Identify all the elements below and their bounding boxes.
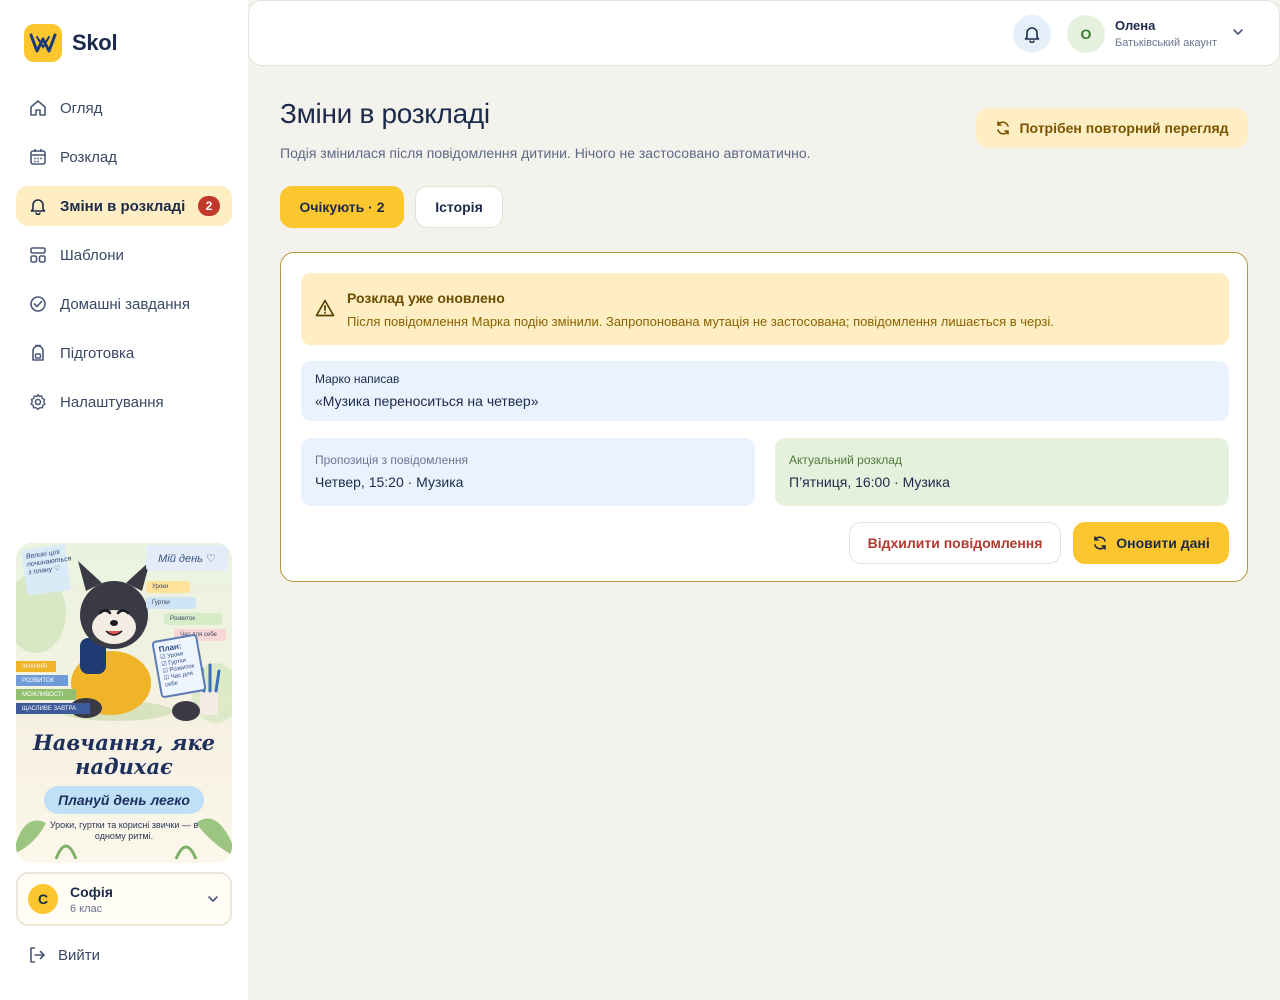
bell-icon xyxy=(1023,25,1041,43)
sidebar-item-label: Розклад xyxy=(60,148,117,166)
backpack-icon xyxy=(28,343,48,363)
notifications-button[interactable] xyxy=(1013,15,1051,53)
promo-banner: Великі цілі починаються з плану ♡ Мій де… xyxy=(16,543,232,863)
warning-text: Після повідомлення Марка подію змінили. … xyxy=(347,314,1054,329)
logout-icon xyxy=(28,946,46,964)
chevron-down-icon[interactable] xyxy=(1231,25,1245,39)
tab-history[interactable]: Історія xyxy=(415,186,503,228)
refresh-data-label: Оновити дані xyxy=(1116,535,1210,551)
tab-pending[interactable]: Очікують · 2 xyxy=(280,186,404,228)
promo-tag: Розвиток xyxy=(164,613,222,625)
warning-title: Розклад уже оновлено xyxy=(347,290,505,306)
brand[interactable]: Skol xyxy=(24,24,118,62)
templates-icon xyxy=(28,245,48,265)
warning-icon xyxy=(315,299,335,317)
actual-schedule-box: Актуальний розклад П’ятниця, 16:00 · Муз… xyxy=(775,438,1229,506)
home-icon xyxy=(28,98,48,118)
promo-book: ЗНАННЯ xyxy=(16,661,56,672)
check-circle-icon xyxy=(28,294,48,314)
promo-tag: Гуртки xyxy=(146,597,196,609)
promo-book: МОЖЛИВОСТІ xyxy=(16,689,76,700)
sidebar-item-overview[interactable]: Огляд xyxy=(16,88,232,128)
sidebar-item-label: Огляд xyxy=(60,99,103,117)
child-profile-selector[interactable]: С Софія 6 клас xyxy=(16,872,232,926)
promo-board: Мій день ♡ xyxy=(146,545,228,571)
proposal-value: Четвер, 15:20 · Музика xyxy=(315,474,464,490)
promo-pill: Плануй день легко xyxy=(44,786,204,814)
warning-banner: Розклад уже оновлено Після повідомлення … xyxy=(301,273,1229,345)
user-name: Олена xyxy=(1115,18,1156,33)
sidebar-nav: Огляд Розклад Зміни в розкладі 2 Шаблони xyxy=(16,88,232,431)
sidebar-item-settings[interactable]: Налаштування xyxy=(16,382,232,422)
actual-schedule-value: П’ятниця, 16:00 · Музика xyxy=(789,474,950,490)
child-profile-info: Софія 6 клас xyxy=(70,884,113,915)
logout-button[interactable]: Вийти xyxy=(28,946,100,964)
refresh-data-button[interactable]: Оновити дані xyxy=(1073,522,1229,564)
child-name: Софія xyxy=(70,883,113,900)
notification-count-badge: 2 xyxy=(198,196,220,216)
sidebar-item-label: Шаблони xyxy=(60,246,124,264)
page-title: Зміни в розкладі xyxy=(280,98,490,129)
logout-label: Вийти xyxy=(58,946,101,964)
proposal-box: Пропозиція з повідомлення Четвер, 15:20 … xyxy=(301,438,755,506)
user-role: Батьківський акаунт xyxy=(1115,37,1218,49)
sidebar-item-label: Налаштування xyxy=(60,393,164,411)
brand-name: Skol xyxy=(72,30,118,55)
reject-message-button[interactable]: Відхилити повідомлення xyxy=(849,522,1061,564)
promo-sticky-note: Великі цілі починаються з плану ♡ xyxy=(21,544,72,596)
avatar: С xyxy=(28,884,58,914)
review-required-label: Потрібен повторний перегляд xyxy=(1019,120,1229,136)
promo-books: ЗНАННЯ РОЗВИТОК МОЖЛИВОСТІ ЩАСЛИВЕ ЗАВТР… xyxy=(16,661,92,717)
sidebar-item-label: Зміни в розкладі xyxy=(60,197,186,215)
child-message-label: Марко написав xyxy=(315,372,400,386)
promo-subtitle: Уроки, гуртки та корисні звички — в одно… xyxy=(49,820,199,841)
refresh-icon xyxy=(1092,535,1108,551)
calendar-icon xyxy=(28,147,48,167)
actual-schedule-label: Актуальний розклад xyxy=(789,453,902,467)
promo-notebook: План: ☑ Уроки ☑ Гуртки ☑ Розвиток ☑ Час … xyxy=(151,633,207,699)
promo-tag: Уроки xyxy=(146,581,190,593)
sidebar-item-schedule-changes[interactable]: Зміни в розкладі 2 xyxy=(16,186,232,226)
child-grade: 6 клас xyxy=(70,902,103,915)
sidebar-item-schedule[interactable]: Розклад xyxy=(16,137,232,177)
promo-book: ЩАСЛИВЕ ЗАВТРА xyxy=(16,703,90,714)
chevron-down-icon xyxy=(206,892,220,906)
top-bar: О Олена Батьківський акаунт xyxy=(248,0,1280,66)
review-required-button[interactable]: Потрібен повторний перегляд xyxy=(976,108,1248,148)
avatar[interactable]: О xyxy=(1067,15,1105,53)
bell-icon xyxy=(28,196,48,216)
sidebar-item-homework[interactable]: Домашні завдання xyxy=(16,284,232,324)
promo-title: Навчання, яке надихає xyxy=(32,730,216,779)
sidebar-item-preparation[interactable]: Підготовка xyxy=(16,333,232,373)
child-message-text: «Музика переноситься на четвер» xyxy=(315,393,539,409)
sidebar-item-templates[interactable]: Шаблони xyxy=(16,235,232,275)
brand-logo-icon xyxy=(24,24,62,62)
schedule-change-card: Розклад уже оновлено Після повідомлення … xyxy=(280,252,1248,582)
child-message: Марко написав «Музика переноситься на че… xyxy=(301,361,1229,421)
sidebar-item-label: Підготовка xyxy=(60,344,135,362)
page-subtitle: Подія змінилася після повідомлення дитин… xyxy=(280,145,811,161)
sidebar: Skol Огляд Розклад Зміни в розкладі 2 Ша… xyxy=(0,0,248,1000)
refresh-icon xyxy=(995,120,1011,136)
gear-icon xyxy=(28,392,48,412)
sidebar-item-label: Домашні завдання xyxy=(60,295,190,313)
promo-book: РОЗВИТОК xyxy=(16,675,68,686)
proposal-label: Пропозиція з повідомлення xyxy=(315,453,468,467)
